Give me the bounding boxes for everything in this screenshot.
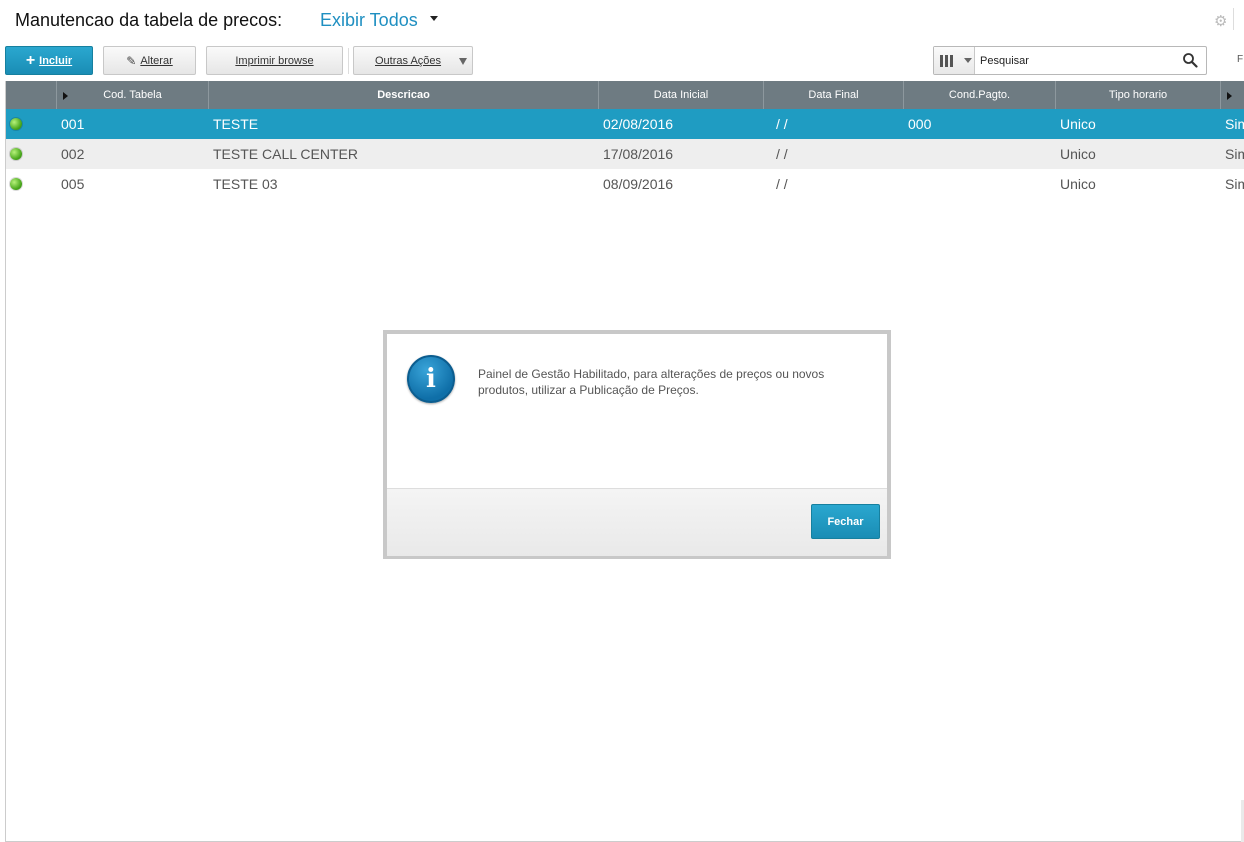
cell-data-inicial: 02/08/2016	[603, 116, 674, 132]
toolbar-divider	[348, 48, 349, 74]
cell-data-final: / /	[776, 146, 788, 162]
cell-extra: Sim	[1225, 176, 1244, 192]
cell-data-inicial: 17/08/2016	[603, 146, 674, 162]
column-header-cond-pagto[interactable]: Cond.Pagto.	[904, 81, 1056, 109]
expand-arrow-icon	[1227, 92, 1232, 100]
imprimir-label: Imprimir browse	[235, 54, 314, 67]
table-row[interactable]: 005 TESTE 03 08/09/2016 / / Unico Sim	[6, 169, 1244, 199]
chevron-down-icon	[964, 58, 972, 63]
column-header-cod-tabela[interactable]: Cod. Tabela	[57, 81, 209, 109]
outras-acoes-dropdown[interactable]: Outras Ações	[353, 46, 473, 75]
column-header-data-inicial[interactable]: Data Inicial	[599, 81, 764, 109]
divider	[1233, 8, 1234, 30]
cell-cond-pagto: 000	[908, 116, 932, 132]
toolbar: + Incluir ✎ Alterar Imprimir browse Outr…	[0, 44, 1244, 78]
column-header-tipo-horario[interactable]: Tipo horario	[1056, 81, 1221, 109]
info-icon: i	[407, 355, 455, 403]
column-label: Cond.Pagto.	[948, 89, 1011, 101]
columns-icon	[940, 54, 955, 72]
info-dialog-frame: i Painel de Gestão Habilitado, para alte…	[383, 330, 891, 559]
status-active-icon	[10, 178, 22, 190]
cell-cod: 002	[61, 146, 85, 162]
search-input[interactable]	[978, 50, 1182, 72]
column-label: Tipo horario	[1108, 89, 1168, 101]
dialog-message: Painel de Gestão Habilitado, para altera…	[478, 367, 825, 397]
fechar-button[interactable]: Fechar	[811, 504, 880, 539]
column-header-data-final[interactable]: Data Final	[764, 81, 904, 109]
search-icon[interactable]	[1182, 52, 1198, 68]
plus-icon: +	[25, 51, 36, 69]
cell-data-final: / /	[776, 176, 788, 192]
grid-header: Cod. Tabela Descricao Data Inicial Data …	[6, 81, 1244, 109]
imprimir-browse-button[interactable]: Imprimir browse	[206, 46, 343, 75]
column-header-descricao[interactable]: Descricao	[209, 81, 599, 109]
cell-extra: Sim	[1225, 116, 1244, 132]
info-glyph: i	[426, 364, 436, 394]
table-row[interactable]: 002 TESTE CALL CENTER 17/08/2016 / / Uni…	[6, 139, 1244, 169]
status-active-icon	[10, 148, 22, 160]
cell-tipo-horario: Unico	[1060, 176, 1096, 192]
dropdown-arrow-icon	[459, 58, 467, 65]
view-filter-dropdown[interactable]: Exibir Todos	[320, 10, 418, 31]
column-label: Descricao	[377, 89, 430, 101]
cell-cod: 005	[61, 176, 85, 192]
column-label: Data Inicial	[653, 89, 709, 101]
incluir-label: Incluir	[39, 54, 73, 67]
incluir-button[interactable]: + Incluir	[5, 46, 93, 75]
column-label: Cod. Tabela	[103, 89, 162, 101]
dialog-footer: Fechar	[387, 488, 887, 556]
column-label: Data Final	[808, 89, 859, 101]
expand-arrow-icon	[63, 92, 68, 100]
outras-label: Outras Ações	[375, 54, 442, 67]
toolbar-right-label: F	[1237, 54, 1244, 65]
pencil-icon: ✎	[126, 53, 137, 68]
alterar-button[interactable]: ✎ Alterar	[103, 46, 196, 75]
status-column-header	[6, 81, 57, 109]
info-dialog: i Painel de Gestão Habilitado, para alte…	[387, 334, 887, 556]
alterar-label: Alterar	[140, 54, 173, 67]
cell-cod: 001	[61, 116, 85, 132]
search-box	[933, 46, 1207, 75]
page-header: Manutencao da tabela de precos: Exibir T…	[0, 0, 1244, 42]
cell-tipo-horario: Unico	[1060, 146, 1096, 162]
status-active-icon	[10, 118, 22, 130]
page-title: Manutencao da tabela de precos:	[15, 10, 283, 30]
cell-descricao: TESTE 03	[213, 176, 278, 192]
table-row[interactable]: 001 TESTE 02/08/2016 / / 000 Unico Sim	[6, 109, 1244, 139]
cell-tipo-horario: Unico	[1060, 116, 1096, 132]
chevron-down-icon[interactable]	[430, 16, 438, 21]
cell-extra: Sim	[1225, 146, 1244, 162]
cell-descricao: TESTE	[213, 116, 259, 132]
cell-data-inicial: 08/09/2016	[603, 176, 674, 192]
column-selector-button[interactable]	[934, 47, 975, 74]
cell-descricao: TESTE CALL CENTER	[213, 146, 358, 162]
cell-data-final: / /	[776, 116, 788, 132]
scroll-columns-right[interactable]	[1221, 81, 1244, 109]
gear-icon[interactable]: ⚙	[1214, 12, 1227, 30]
